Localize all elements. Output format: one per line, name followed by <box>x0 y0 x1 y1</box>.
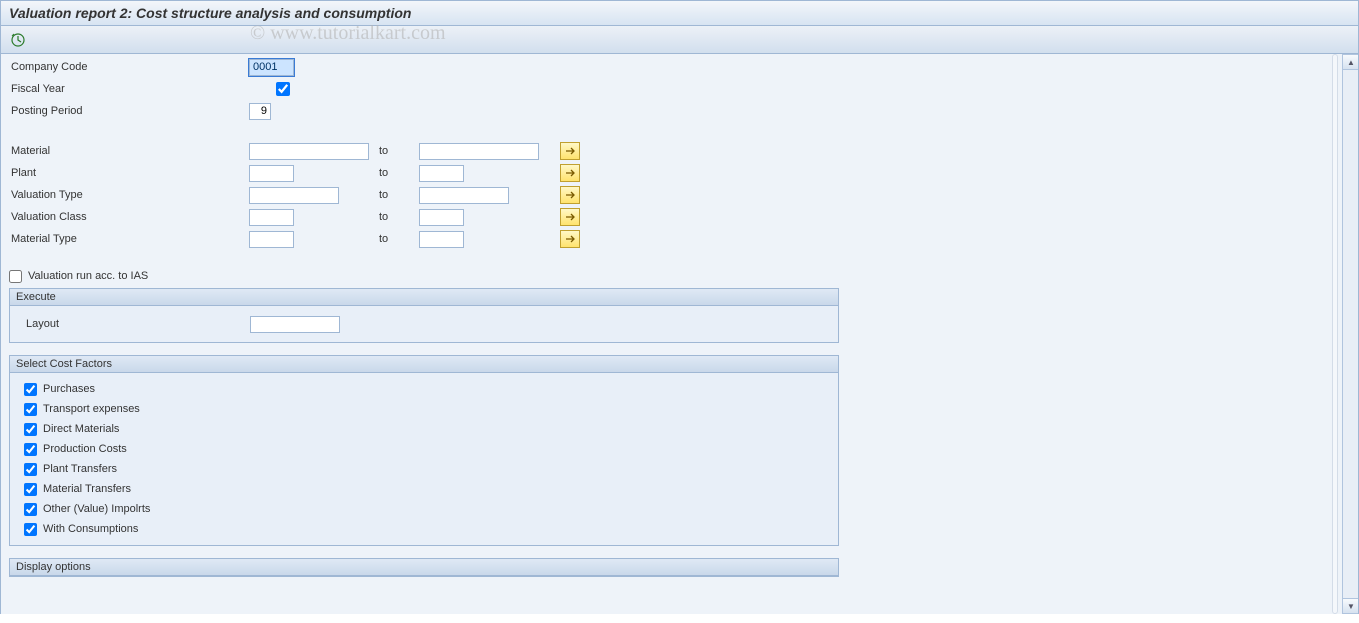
cost-factor-checkbox[interactable] <box>24 503 37 516</box>
cost-factor-checkbox[interactable] <box>24 483 37 496</box>
ias-checkbox-row: Valuation run acc. to IAS <box>1 266 1358 286</box>
cost-factor-checkbox[interactable] <box>24 523 37 536</box>
valuation-class-label: Valuation Class <box>9 211 249 223</box>
cost-factor-row: Material Transfers <box>24 479 832 499</box>
to-label: to <box>379 145 419 157</box>
execute-group: Execute Layout <box>9 288 839 343</box>
company-code-input[interactable] <box>249 59 294 76</box>
cost-factor-checkbox[interactable] <box>24 383 37 396</box>
cost-factor-label: Transport expenses <box>43 403 140 415</box>
title-bar: Valuation report 2: Cost structure analy… <box>0 0 1359 26</box>
ias-checkbox[interactable] <box>9 270 22 283</box>
material-type-label: Material Type <box>9 233 249 245</box>
plant-from-input[interactable] <box>249 165 294 182</box>
fiscal-year-label: Fiscal Year <box>9 83 249 95</box>
to-label-2: to <box>379 167 419 179</box>
header-fields: Company Code Fiscal Year Posting Period <box>1 54 1358 124</box>
cost-factor-row: With Consumptions <box>24 519 832 539</box>
cost-factor-checkbox[interactable] <box>24 403 37 416</box>
cost-factor-label: Purchases <box>43 383 95 395</box>
to-label-3: to <box>379 189 419 201</box>
valuation-class-multiselect-button[interactable] <box>560 208 580 226</box>
cost-factor-label: Plant Transfers <box>43 463 117 475</box>
posting-period-label: Posting Period <box>9 105 249 117</box>
valuation-class-to-input[interactable] <box>419 209 464 226</box>
vertical-scrollbar[interactable]: ▲ ▼ <box>1342 54 1358 614</box>
valuation-type-from-input[interactable] <box>249 187 339 204</box>
page-title: Valuation report 2: Cost structure analy… <box>9 5 411 21</box>
material-label: Material <box>9 145 249 157</box>
plant-multiselect-button[interactable] <box>560 164 580 182</box>
display-options-header: Display options <box>10 559 838 576</box>
cost-factor-label: Production Costs <box>43 443 127 455</box>
plant-label: Plant <box>9 167 249 179</box>
to-label-4: to <box>379 211 419 223</box>
cost-factor-label: Direct Materials <box>43 423 119 435</box>
scroll-up-icon[interactable]: ▲ <box>1343 54 1359 70</box>
range-fields: Material to Plant to Valuation T <box>1 138 1358 252</box>
cost-factor-checkbox[interactable] <box>24 443 37 456</box>
display-options-group: Display options <box>9 558 839 577</box>
cost-factor-row: Purchases <box>24 379 832 399</box>
fiscal-year-checkbox[interactable] <box>276 82 290 96</box>
cost-factor-row: Transport expenses <box>24 399 832 419</box>
material-type-from-input[interactable] <box>249 231 294 248</box>
material-multiselect-button[interactable] <box>560 142 580 160</box>
execute-icon[interactable] <box>9 31 27 49</box>
cost-factor-checkbox[interactable] <box>24 463 37 476</box>
cost-factor-row: Plant Transfers <box>24 459 832 479</box>
valuation-type-multiselect-button[interactable] <box>560 186 580 204</box>
toolbar <box>0 26 1359 54</box>
valuation-type-to-input[interactable] <box>419 187 509 204</box>
valuation-type-label: Valuation Type <box>9 189 249 201</box>
to-label-5: to <box>379 233 419 245</box>
cost-factor-label: Material Transfers <box>43 483 131 495</box>
cost-factor-row: Direct Materials <box>24 419 832 439</box>
material-type-to-input[interactable] <box>419 231 464 248</box>
cost-factor-row: Other (Value) Impolrts <box>24 499 832 519</box>
material-from-input[interactable] <box>249 143 369 160</box>
cost-factor-checkbox[interactable] <box>24 423 37 436</box>
layout-input[interactable] <box>250 316 340 333</box>
plant-to-input[interactable] <box>419 165 464 182</box>
cost-factor-label: With Consumptions <box>43 523 138 535</box>
execute-group-header: Execute <box>10 289 838 306</box>
content-area: Company Code Fiscal Year Posting Period … <box>0 54 1359 614</box>
layout-label: Layout <box>24 318 250 330</box>
cost-factor-label: Other (Value) Impolrts <box>43 503 150 515</box>
cost-factors-group: Select Cost Factors Purchases Transport e… <box>9 355 839 546</box>
valuation-class-from-input[interactable] <box>249 209 294 226</box>
material-to-input[interactable] <box>419 143 539 160</box>
material-type-multiselect-button[interactable] <box>560 230 580 248</box>
inner-scroll-track[interactable] <box>1332 54 1338 614</box>
ias-label: Valuation run acc. to IAS <box>28 270 148 282</box>
company-code-label: Company Code <box>9 61 249 73</box>
posting-period-input[interactable] <box>249 103 271 120</box>
cost-factor-row: Production Costs <box>24 439 832 459</box>
scroll-down-icon[interactable]: ▼ <box>1343 598 1359 614</box>
cost-factors-header: Select Cost Factors <box>10 356 838 373</box>
